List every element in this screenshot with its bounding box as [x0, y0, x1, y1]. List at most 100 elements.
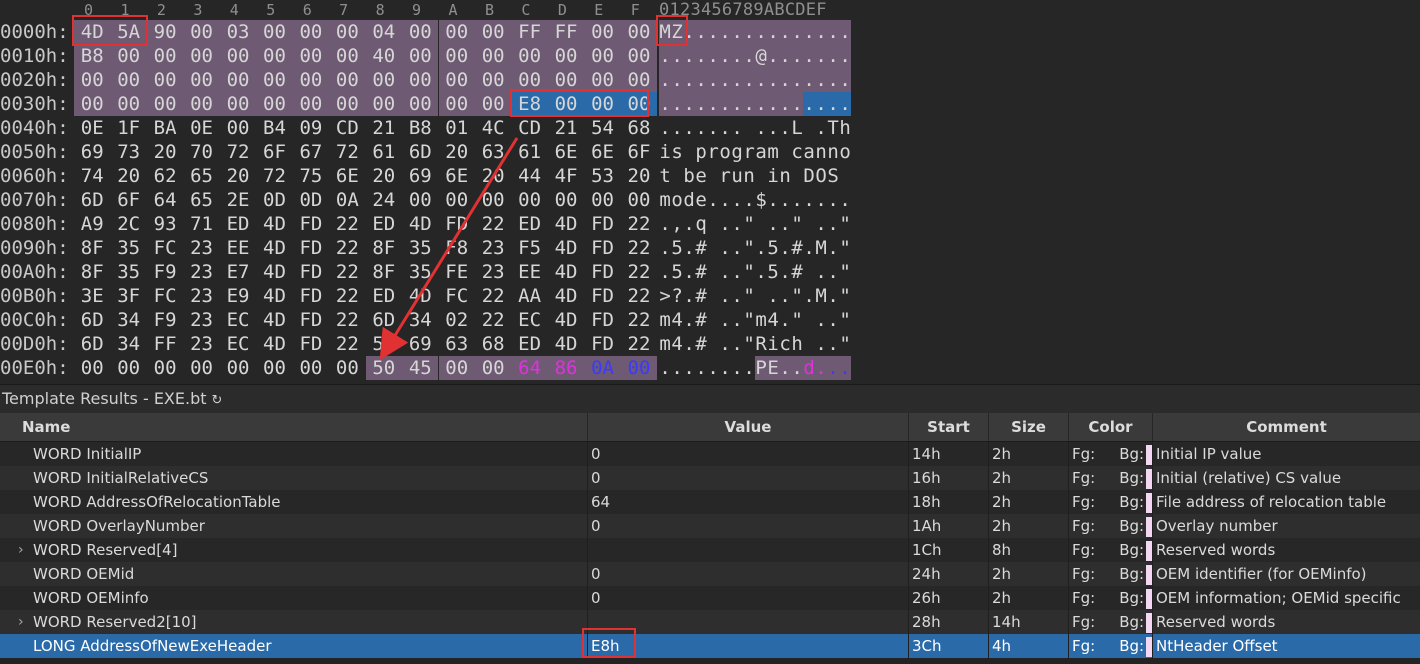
hex-byte[interactable]: CD [329, 116, 365, 140]
hex-row-ascii[interactable]: . 5. # .. ". 5. # .. " [659, 260, 851, 284]
hex-byte[interactable]: 00 [620, 68, 658, 92]
hex-byte[interactable]: 40 [365, 44, 403, 68]
ascii-char[interactable]: m [767, 140, 779, 164]
ascii-char[interactable]: 4 [767, 308, 779, 332]
template-row[interactable]: › WORD Reserved[4] 1Ch 8h Fg: Bg: Reserved wor… [0, 538, 1420, 562]
ascii-char[interactable]: h [791, 332, 803, 356]
cell-value[interactable]: 0 [588, 442, 909, 466]
hex-byte[interactable]: 64 [511, 356, 548, 380]
ascii-char[interactable]: > [659, 284, 671, 308]
hex-byte[interactable]: 00 [110, 92, 147, 116]
ascii-char[interactable]: . [719, 92, 732, 116]
ascii-char[interactable]: i [659, 140, 671, 164]
hex-byte[interactable]: 4D [548, 308, 584, 332]
hex-byte[interactable]: 22 [621, 284, 657, 308]
ascii-char[interactable]: . [815, 188, 827, 212]
hex-byte[interactable]: FD [584, 236, 620, 260]
bg-color-swatch[interactable] [1146, 444, 1152, 465]
ascii-char[interactable] [707, 164, 719, 188]
ascii-char[interactable] [803, 212, 815, 236]
ascii-char[interactable]: . [779, 20, 792, 44]
ascii-char[interactable]: . [683, 20, 696, 44]
hex-row-ascii[interactable]: m o d e.... $....... [659, 188, 851, 212]
ascii-char[interactable]: . [707, 188, 719, 212]
hex-byte[interactable]: FD [293, 260, 329, 284]
ascii-char[interactable]: . [767, 188, 779, 212]
hex-row[interactable]: 0080h: A9 2C 93 71 ED 4D FD 22 ED 4D FD 22 ED 4D FD 22.,… [0, 212, 860, 236]
hex-byte[interactable]: 21 [366, 116, 402, 140]
ascii-char[interactable]: . [695, 116, 707, 140]
ascii-char[interactable]: . [731, 44, 744, 68]
hex-byte[interactable]: 00 [547, 92, 585, 116]
hex-byte[interactable]: ED [366, 284, 402, 308]
ascii-char[interactable]: . [659, 236, 671, 260]
ascii-char[interactable]: . [767, 92, 780, 116]
ascii-char[interactable] [779, 140, 791, 164]
ascii-char[interactable]: . [671, 92, 684, 116]
hex-byte[interactable]: 00 [365, 92, 403, 116]
hex-byte[interactable]: 22 [329, 212, 365, 236]
hex-byte[interactable]: 00 [329, 20, 366, 44]
ascii-char[interactable]: . [803, 20, 816, 44]
hex-byte[interactable]: A9 [74, 212, 110, 236]
hex-byte[interactable]: 69 [402, 164, 438, 188]
hex-byte[interactable]: 00 [620, 44, 658, 68]
ascii-char[interactable]: . [767, 116, 779, 140]
ascii-char[interactable]: m [659, 308, 671, 332]
ascii-char[interactable] [707, 212, 719, 236]
ascii-char[interactable]: . [731, 332, 743, 356]
hex-byte[interactable]: FD [293, 212, 329, 236]
ascii-char[interactable]: . [827, 92, 840, 116]
hex-byte[interactable]: 22 [329, 284, 365, 308]
hex-byte[interactable]: 4D [548, 236, 584, 260]
hex-byte[interactable]: 09 [293, 116, 329, 140]
cell-value[interactable]: 0 [588, 466, 909, 490]
template-row[interactable]: LONG AddressOfNewExeHeader E8h 3Ch 4h Fg: Bg:… [0, 634, 1420, 658]
ascii-char[interactable] [755, 164, 767, 188]
hex-row-ascii[interactable]: m 4. # .. " m 4. " .. " [659, 308, 851, 332]
ascii-char[interactable]: i [767, 164, 779, 188]
hex-byte[interactable]: 00 [329, 92, 366, 116]
hex-byte[interactable]: 68 [475, 332, 511, 356]
cell-value[interactable]: 64 [588, 490, 909, 514]
template-row[interactable]: WORD InitialRelativeCS 0 16h 2h Fg: Bg: Initia… [0, 466, 1420, 490]
ascii-char[interactable]: . [695, 20, 708, 44]
ascii-char[interactable]: Z [671, 20, 684, 44]
ascii-char[interactable] [707, 260, 719, 284]
ascii-char[interactable]: # [695, 308, 707, 332]
ascii-char[interactable]: . [827, 308, 839, 332]
hex-byte[interactable]: 00 [256, 92, 293, 116]
ascii-char[interactable]: . [827, 20, 840, 44]
hex-byte[interactable]: 72 [256, 164, 292, 188]
ascii-char[interactable]: . [683, 356, 695, 380]
hex-byte[interactable]: FD [293, 332, 329, 356]
hex-byte[interactable]: 6D [74, 188, 110, 212]
template-row[interactable]: WORD OEMid 0 24h 2h Fg: Bg: OEM identifier (fo… [0, 562, 1420, 586]
hex-byte[interactable]: 00 [110, 68, 147, 92]
ascii-char[interactable]: . [767, 212, 779, 236]
hex-byte[interactable]: 00 [292, 68, 330, 92]
hex-byte[interactable]: FD [293, 236, 329, 260]
hex-editor-view[interactable]: 0 1 2 3 4 5 6 7 8 9 A B C D E F 0123456789ABCDEF 0000h: 4… [0, 0, 1420, 384]
hex-byte[interactable]: 00 [74, 68, 111, 92]
hex-byte[interactable]: 00 [220, 356, 256, 380]
ascii-char[interactable]: $ [755, 188, 767, 212]
hex-byte[interactable]: 00 [292, 44, 330, 68]
column-header-value[interactable]: Value [588, 413, 909, 441]
bg-color-swatch[interactable] [1146, 636, 1152, 657]
ascii-char[interactable]: o [839, 140, 851, 164]
hex-byte[interactable]: FE [439, 260, 475, 284]
ascii-char[interactable]: " [743, 236, 755, 260]
hex-byte[interactable]: 73 [110, 140, 146, 164]
hex-byte[interactable]: 02 [439, 308, 475, 332]
hex-byte[interactable]: 4C [475, 116, 511, 140]
hex-byte[interactable]: ED [511, 212, 547, 236]
ascii-char[interactable]: . [767, 44, 780, 68]
ascii-char[interactable]: . [779, 92, 792, 116]
hex-row[interactable]: 0040h: 0E 1F BA 0E 00 B4 09 CD 21 B8 01 4C CD 21 54 68..… [0, 116, 860, 140]
ascii-char[interactable]: e [695, 164, 707, 188]
hex-byte[interactable]: 6F [621, 140, 657, 164]
hex-byte[interactable]: 00 [256, 68, 293, 92]
hex-byte[interactable]: 20 [110, 164, 146, 188]
ascii-char[interactable]: " [839, 212, 851, 236]
